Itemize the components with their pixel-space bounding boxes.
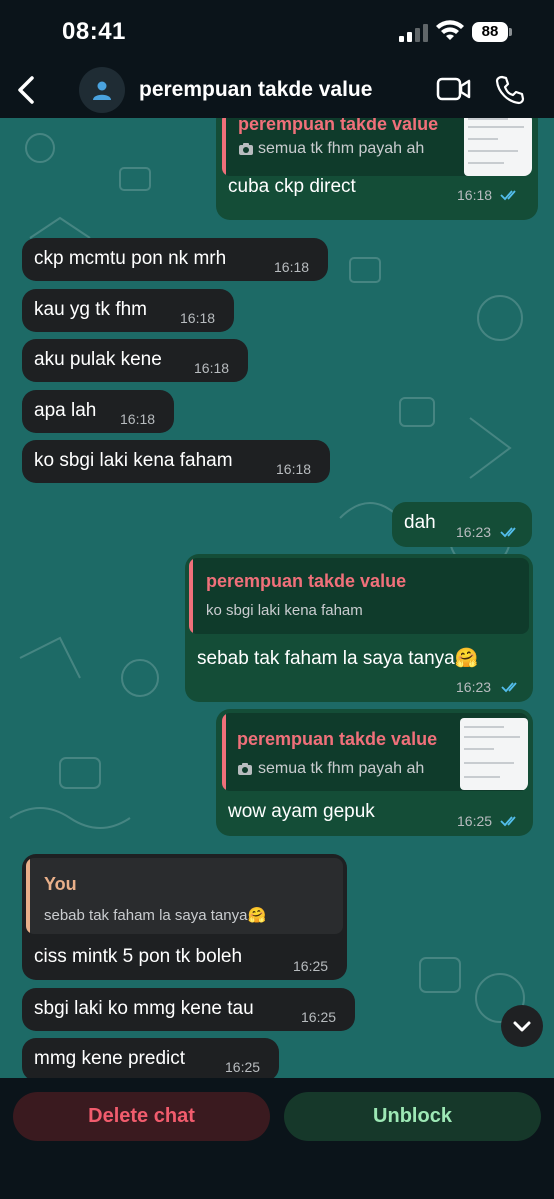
message-time: 16:25 [293,958,329,974]
message-time: 16:18 [457,187,493,203]
quote-bar [26,858,30,934]
chevron-down-icon [513,1021,531,1032]
battery-tip [509,28,512,36]
message-bubble-incoming[interactable]: sbgi laki ko mmg kene tau 16:25 [22,988,355,1031]
blocked-contact-actions: Delete chat Unblock [0,1078,554,1199]
message-time: 16:23 [456,679,492,695]
quote-author: perempuan takde value [237,729,438,749]
message-bubble-outgoing[interactable]: perempuan takde value ko sbgi laki kena … [185,554,533,702]
message-bubble-incoming[interactable]: kau yg tk fhm 16:18 [22,289,234,332]
read-receipt-icon [500,527,516,538]
chat-area[interactable]: perempuan takde value semua tk fhm payah… [0,118,554,1078]
chat-header: perempuan takde value [0,62,554,118]
read-receipt-icon [500,190,516,201]
scroll-to-bottom-button[interactable] [501,1005,543,1047]
quoted-message[interactable]: perempuan takde value semua tk fhm payah… [222,713,528,791]
quote-text: sebab tak faham la saya tanya🤗 [44,907,267,924]
camera-icon [239,143,253,155]
unblock-button[interactable]: Unblock [284,1092,541,1141]
quote-author: perempuan takde value [206,571,407,591]
message-text: dah [404,512,436,533]
status-bar: 08:41 88 [0,0,554,62]
message-text: wow ayam gepuk [228,801,375,822]
message-time: 16:18 [276,461,312,477]
message-bubble-incoming[interactable]: apa lah 16:18 [22,390,174,433]
read-receipt-icon [500,816,516,827]
wifi-icon [436,20,464,40]
message-bubble-outgoing[interactable]: dah 16:23 [392,502,532,547]
quote-bar [222,118,226,176]
phone-icon[interactable] [494,74,526,106]
message-text: aku pulak kene [34,349,162,370]
message-text: ciss mintk 5 pon tk boleh [34,946,243,967]
delete-chat-button[interactable]: Delete chat [13,1092,270,1141]
message-bubble-incoming[interactable]: ko sbgi laki kena faham 16:18 [22,440,330,483]
person-icon [93,81,111,100]
read-receipt-icon [501,682,517,693]
message-text: sebab tak faham la saya tanya🤗 [197,648,479,669]
camera-icon [238,763,252,775]
message-bubble-outgoing[interactable]: perempuan takde value semua tk fhm payah… [216,118,538,220]
cellular-signal-icon [399,22,429,42]
message-time: 16:18 [120,411,156,427]
video-call-icon[interactable] [436,76,472,102]
quoted-message[interactable]: perempuan takde value semua tk fhm payah… [222,118,532,176]
quote-bar [189,558,193,634]
battery-icon: 88 [472,22,508,42]
avatar[interactable] [79,67,125,113]
quoted-message[interactable]: You sebab tak faham la saya tanya🤗 [26,858,343,934]
message-time: 16:18 [194,360,230,376]
message-bubble-incoming[interactable]: aku pulak kene 16:18 [22,339,248,382]
message-text: apa lah [34,400,97,421]
quoted-message[interactable]: perempuan takde value ko sbgi laki kena … [189,558,529,634]
status-time: 08:41 [62,18,126,45]
message-time: 16:25 [457,813,493,829]
message-text: sbgi laki ko mmg kene tau [34,998,254,1019]
message-text: ckp mcmtu pon nk mrh [34,248,227,269]
contact-name[interactable]: perempuan takde value [139,78,372,102]
message-time: 16:25 [225,1059,261,1075]
back-icon[interactable] [12,70,42,110]
quote-text: semua tk fhm payah ah [258,140,425,157]
quote-bar [222,713,226,791]
message-time: 16:25 [301,1009,337,1025]
quote-text: semua tk fhm payah ah [258,760,425,777]
message-time: 16:18 [180,310,216,326]
message-text: mmg kene predict [34,1048,186,1069]
message-bubble-incoming[interactable]: You sebab tak faham la saya tanya🤗 ciss … [22,854,347,980]
message-text: cuba ckp direct [228,176,356,197]
message-time: 16:18 [274,259,310,275]
quote-text: ko sbgi laki kena faham [206,602,363,619]
quote-author: perempuan takde value [238,118,439,134]
message-time: 16:23 [456,524,492,540]
message-bubble-incoming[interactable]: mmg kene predict 16:25 [22,1038,279,1078]
quote-thumbnail [460,718,528,790]
message-text: kau yg tk fhm [34,299,147,320]
quote-thumbnail [464,118,532,176]
message-bubble-outgoing[interactable]: perempuan takde value semua tk fhm payah… [216,709,533,836]
message-text: ko sbgi laki kena faham [34,450,233,471]
message-bubble-incoming[interactable]: ckp mcmtu pon nk mrh 16:18 [22,238,328,281]
quote-author: You [44,874,77,894]
